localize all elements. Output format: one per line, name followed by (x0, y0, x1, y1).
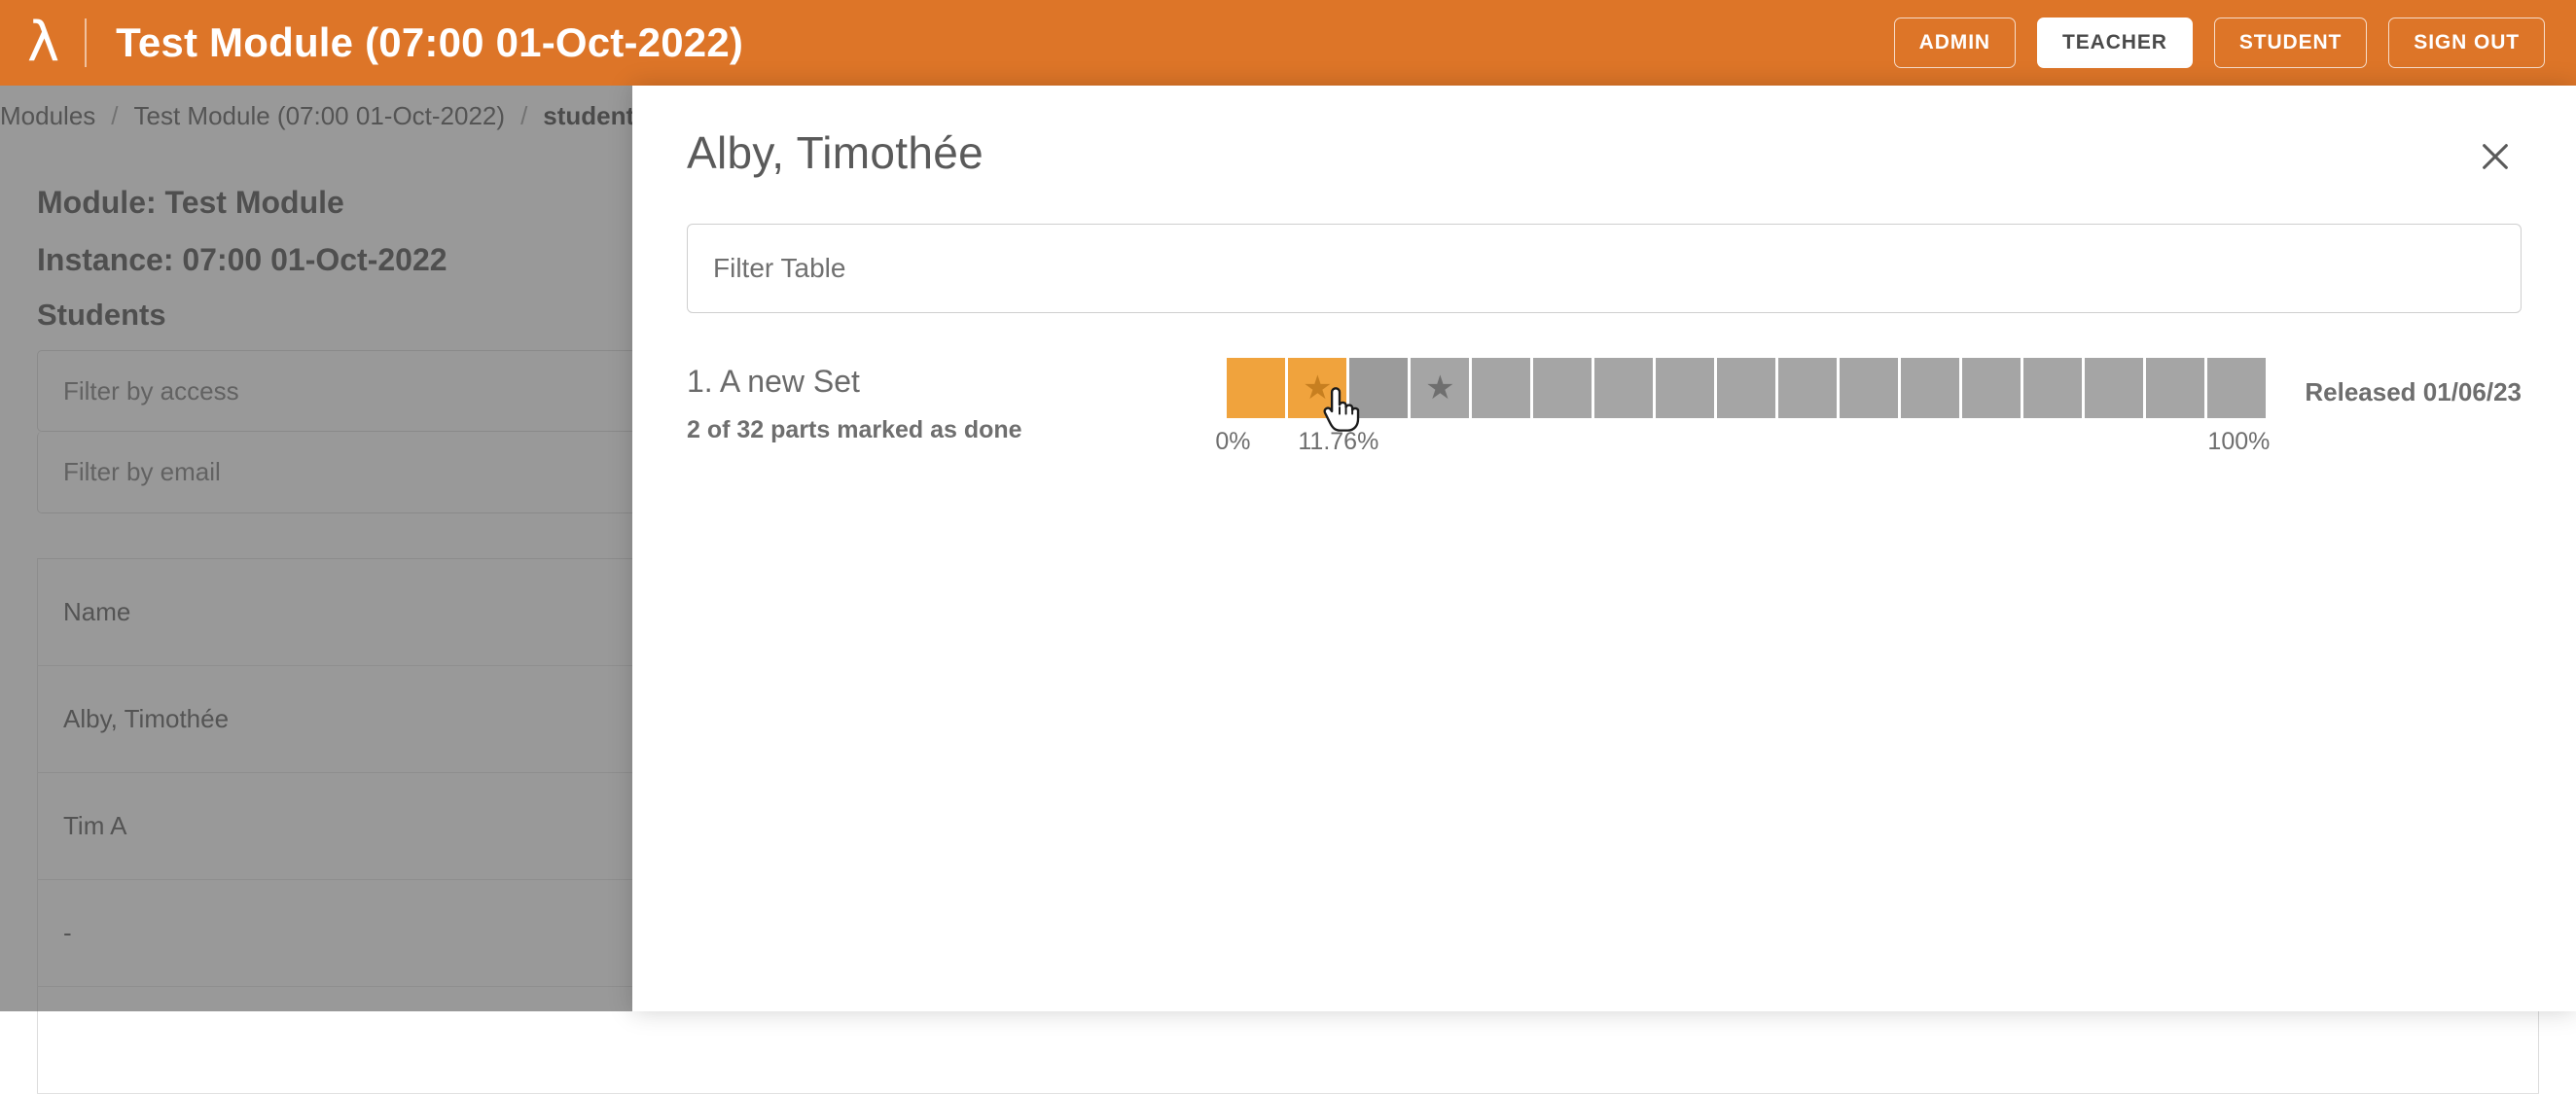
star-icon: ★ (1425, 371, 1454, 405)
progress-block[interactable] (1472, 358, 1530, 418)
modal-header: Alby, Timothée (632, 86, 2576, 179)
progress-block[interactable]: ★ (1411, 358, 1469, 418)
progress-block[interactable] (2023, 358, 2082, 418)
header-divider (85, 18, 87, 67)
modal-title: Alby, Timothée (687, 126, 984, 179)
progress-block[interactable] (2207, 358, 2266, 418)
progress-label-end: 100% (2207, 428, 2270, 456)
app-title: Test Module (07:00 01-Oct-2022) (116, 19, 743, 66)
progress-block[interactable] (1778, 358, 1837, 418)
filter-table-input[interactable]: Filter Table (687, 224, 2522, 313)
progress-block[interactable] (1717, 358, 1775, 418)
progress-block[interactable] (2085, 358, 2143, 418)
progress-blocks: ★★ (1227, 358, 2266, 418)
student-button[interactable]: STUDENT (2214, 18, 2367, 68)
set-title: 1. A new Set (687, 362, 1227, 401)
lambda-logo-icon: λ (0, 16, 85, 70)
star-icon: ★ (1303, 371, 1332, 405)
progress-label-start: 0% (1215, 428, 1250, 456)
set-list: 1. A new Set 2 of 32 parts marked as don… (687, 356, 2522, 467)
student-detail-modal: Alby, Timothée Filter Table 1. A new Set… (632, 86, 2576, 1011)
set-progress-summary: 2 of 32 parts marked as done (687, 416, 1227, 444)
progress-block[interactable] (1349, 358, 1408, 418)
set-row: 1. A new Set 2 of 32 parts marked as don… (687, 356, 2522, 467)
progress-block[interactable] (1840, 358, 1898, 418)
admin-button[interactable]: ADMIN (1894, 18, 2016, 68)
app-header: λ Test Module (07:00 01-Oct-2022) ADMIN … (0, 0, 2576, 86)
sign-out-button[interactable]: SIGN OUT (2388, 18, 2545, 68)
progress-block[interactable] (2146, 358, 2204, 418)
progress-block[interactable]: ★ (1288, 358, 1346, 418)
progress-block[interactable] (1594, 358, 1653, 418)
progress-bar: ★★ 0% 11.76% 100% (1227, 356, 2266, 467)
progress-axis-labels: 0% 11.76% 100% (1227, 428, 2266, 467)
close-icon[interactable] (2473, 134, 2518, 179)
progress-block[interactable] (1533, 358, 1592, 418)
progress-block[interactable] (1962, 358, 2021, 418)
progress-block[interactable] (1901, 358, 1959, 418)
released-date: Released 01/06/23 (2305, 356, 2522, 407)
header-actions: ADMIN TEACHER STUDENT SIGN OUT (1894, 18, 2576, 68)
progress-block[interactable] (1656, 358, 1714, 418)
set-info: 1. A new Set 2 of 32 parts marked as don… (687, 356, 1227, 444)
progress-label-current: 11.76% (1298, 428, 1378, 456)
progress-block[interactable] (1227, 358, 1285, 418)
teacher-button[interactable]: TEACHER (2037, 18, 2193, 68)
